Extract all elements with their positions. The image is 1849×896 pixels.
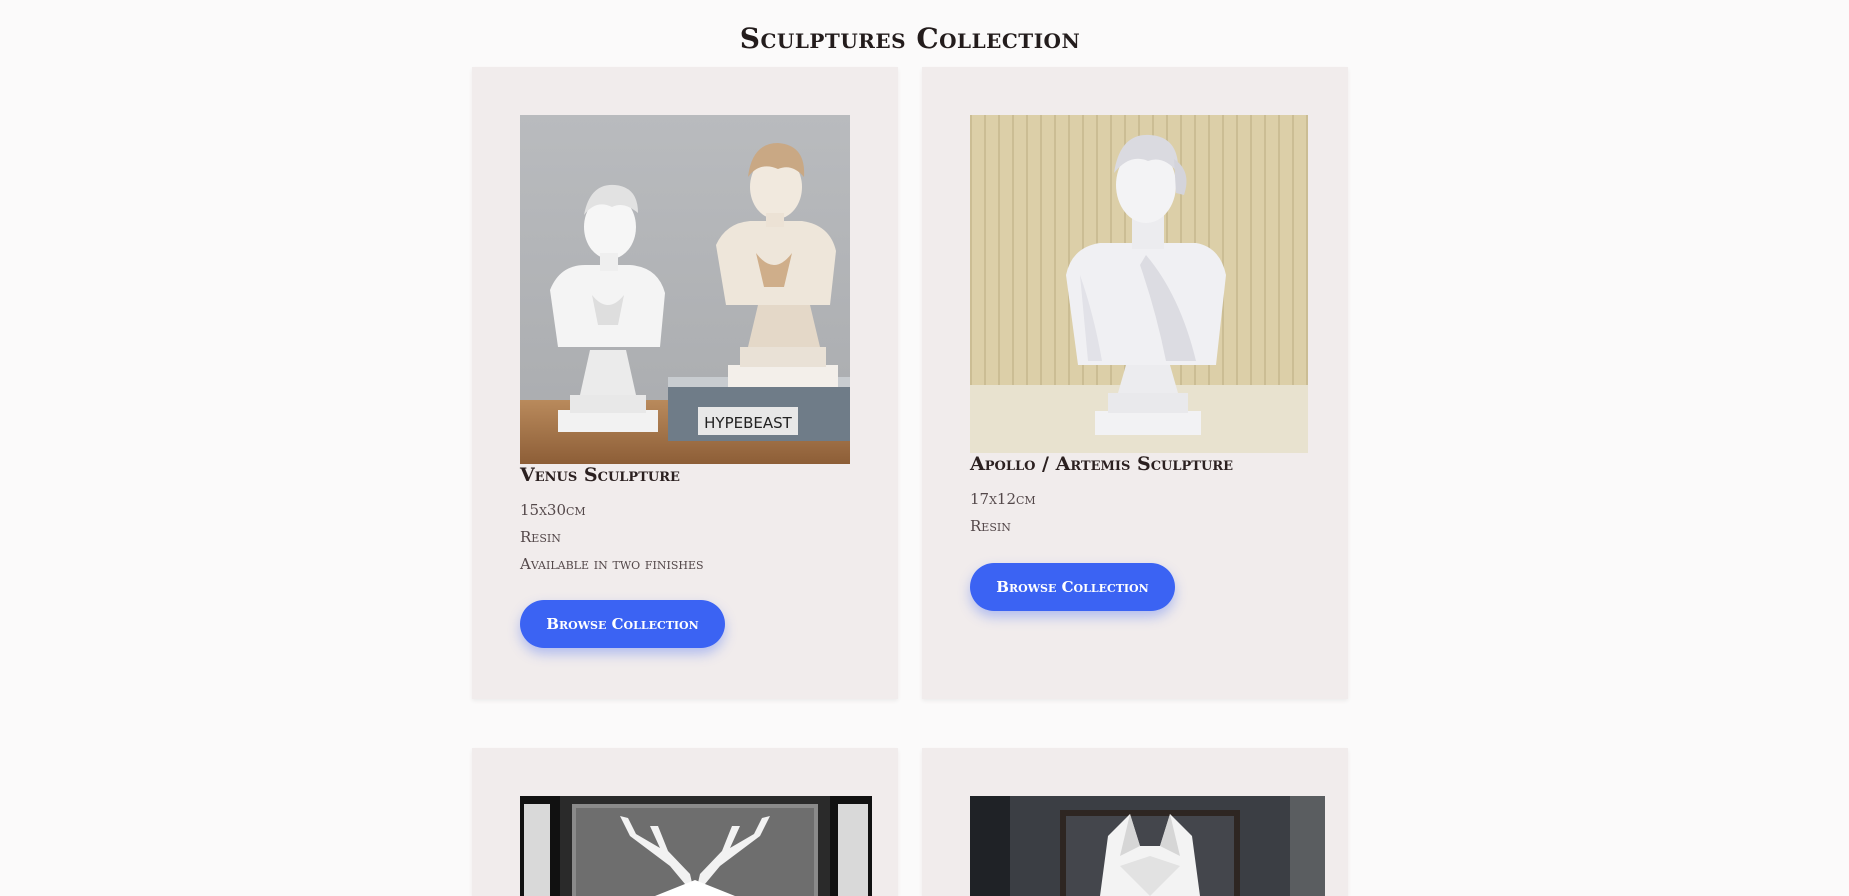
product-title: Apollo / Artemis Sculpture (970, 453, 1234, 475)
product-card-deer (472, 748, 898, 896)
product-size: 17x12cm (970, 490, 1036, 508)
product-card-wolf (922, 748, 1348, 896)
product-image-apollo-artemis[interactable] (970, 115, 1308, 453)
product-title: Venus Sculpture (520, 464, 680, 486)
product-material: Resin (520, 528, 561, 546)
page-title: Sculptures Collection (739, 22, 1081, 55)
product-material: Resin (970, 517, 1011, 535)
browse-collection-button[interactable]: Browse Collection (970, 563, 1175, 611)
product-size: 15x30cm (520, 501, 586, 519)
product-card-venus: HYPEBEAST Venus Sculpture 15x30cm Resin … (472, 67, 898, 699)
product-image-wolf[interactable] (970, 796, 1325, 896)
product-card-apollo-artemis: Apollo / Artemis Sculpture 17x12cm Resin… (922, 67, 1348, 699)
product-image-deer[interactable] (520, 796, 872, 896)
product-finish-note: Available in two finishes (520, 555, 704, 573)
book-label: HYPEBEAST (704, 414, 793, 432)
product-image-venus[interactable]: HYPEBEAST (520, 115, 850, 464)
browse-collection-button[interactable]: Browse Collection (520, 600, 725, 648)
